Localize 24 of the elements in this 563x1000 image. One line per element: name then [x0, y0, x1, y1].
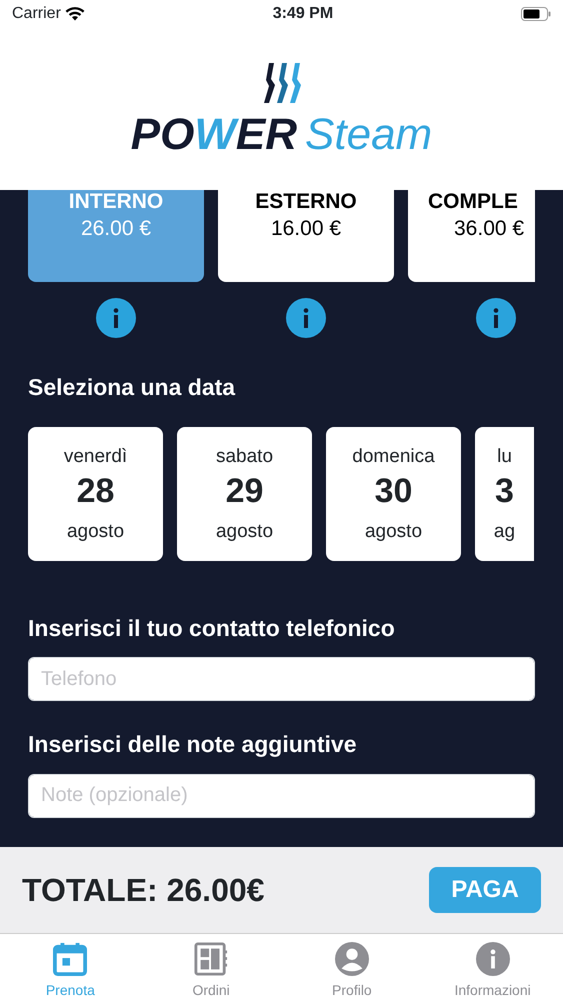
- carrier-label: Carrier: [12, 4, 61, 24]
- date-card[interactable]: domenica 30 agosto: [326, 426, 461, 560]
- service-card[interactable]: ESTERNO 16.00 €: [218, 190, 394, 282]
- info-icon[interactable]: [286, 298, 326, 338]
- notes-field[interactable]: Note (opzionale): [28, 774, 535, 818]
- service-card[interactable]: COMPLE 36.00 €: [408, 190, 535, 282]
- section-heading: Inserisci il tuo contatto telefonico: [28, 614, 396, 642]
- wifi-icon: [64, 7, 85, 21]
- info-icon: [474, 942, 511, 976]
- section-heading: Seleziona una data: [28, 373, 236, 402]
- status-time: 3:49 PM: [272, 4, 334, 24]
- battery-icon: [520, 7, 551, 21]
- total-label: TOTALE: 26.00€: [22, 871, 264, 910]
- notebook-icon: [193, 942, 230, 976]
- info-icon[interactable]: [96, 298, 136, 338]
- info-icon[interactable]: [476, 298, 516, 338]
- date-card[interactable]: lu 3 ag: [475, 426, 534, 560]
- user-icon: [334, 942, 370, 976]
- date-card[interactable]: sabato 29 agosto: [177, 426, 312, 560]
- section-heading: Inserisci delle note aggiuntive: [28, 730, 358, 759]
- phone-field[interactable]: Telefono: [28, 657, 535, 701]
- calendar-icon: [52, 942, 88, 976]
- date-card[interactable]: venerdì 28 agosto: [28, 426, 163, 560]
- logo-text: POWER Steam: [130, 113, 432, 157]
